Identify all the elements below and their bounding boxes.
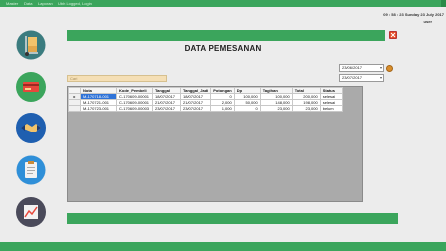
user-label: user: [423, 19, 432, 24]
table-row[interactable]: M-170723-001 C-170609-00003 23/07/2017 2…: [68, 105, 343, 112]
close-form-button[interactable]: [389, 31, 397, 39]
money-card-icon: [16, 72, 46, 102]
row-selector[interactable]: [68, 105, 81, 112]
cell-dp[interactable]: 0: [233, 105, 261, 112]
cell-nota[interactable]: M-170723-001: [80, 105, 117, 112]
cell-tanggal[interactable]: 23/07/2017: [152, 105, 181, 112]
menu-bar: Master Data Laporan Ubh Logged, Login: [0, 0, 446, 7]
column-header[interactable]: Tanggal_Jadi: [179, 87, 212, 94]
date-from-value: 23/06/2017: [342, 65, 363, 70]
clipboard-icon: [16, 155, 46, 185]
search-input[interactable]: Cari: [67, 75, 167, 82]
cell-kode-pembeli[interactable]: C-170609-00001: [116, 99, 153, 106]
calendar-dropdown-icon: ▾: [379, 75, 382, 80]
date-to-picker[interactable]: 23/07/2017 ▾: [339, 74, 384, 82]
menu-master[interactable]: Master: [6, 0, 18, 7]
cell-total[interactable]: 23,000: [291, 105, 321, 112]
cell-tagihan[interactable]: 23,000: [259, 105, 293, 112]
handshake-icon: [16, 113, 46, 143]
cell-potongan[interactable]: 1,000: [210, 105, 235, 112]
chart-icon: [16, 197, 46, 227]
calendar-dropdown-icon: ▾: [379, 65, 382, 70]
orders-grid[interactable]: Nota Kode_Pembeli Tanggal Tanggal_Jadi P…: [67, 86, 363, 202]
header-bar: [67, 30, 385, 41]
menu-laporan[interactable]: Laporan: [38, 0, 53, 7]
status-bar: [0, 242, 446, 251]
sidebar-item-order[interactable]: [16, 113, 46, 143]
column-header[interactable]: Potongan: [210, 87, 235, 94]
search-placeholder: Cari: [70, 76, 78, 81]
cell-kode-pembeli[interactable]: C-170609-00001: [116, 93, 153, 100]
page-title: DATA PEMESANAN: [184, 44, 262, 53]
cell-tanggal-jadi[interactable]: 23/07/2017: [179, 105, 212, 112]
orders-table: Nota Kode_Pembeli Tanggal Tanggal_Jadi P…: [68, 87, 343, 112]
sidebar-item-chart[interactable]: [16, 197, 46, 227]
footer-bar: [67, 213, 398, 224]
cell-kode-pembeli[interactable]: C-170609-00003: [116, 105, 153, 112]
close-icon: [390, 32, 396, 38]
menu-data[interactable]: Data: [24, 0, 32, 7]
window-close-button[interactable]: [441, 0, 446, 7]
menu-login[interactable]: Ubh Logged, Login: [58, 0, 92, 7]
refresh-icon[interactable]: [386, 65, 393, 72]
cell-status[interactable]: belum: [319, 105, 343, 112]
date-to-value: 23/07/2017: [342, 75, 363, 80]
clock-display: 09 : 58 : 23 Sunday 23 July 2017: [383, 12, 444, 17]
sidebar-item-payment[interactable]: [16, 72, 46, 102]
sidebar-item-report[interactable]: [16, 155, 46, 185]
date-from-picker[interactable]: 23/06/2017 ▾: [339, 64, 384, 72]
